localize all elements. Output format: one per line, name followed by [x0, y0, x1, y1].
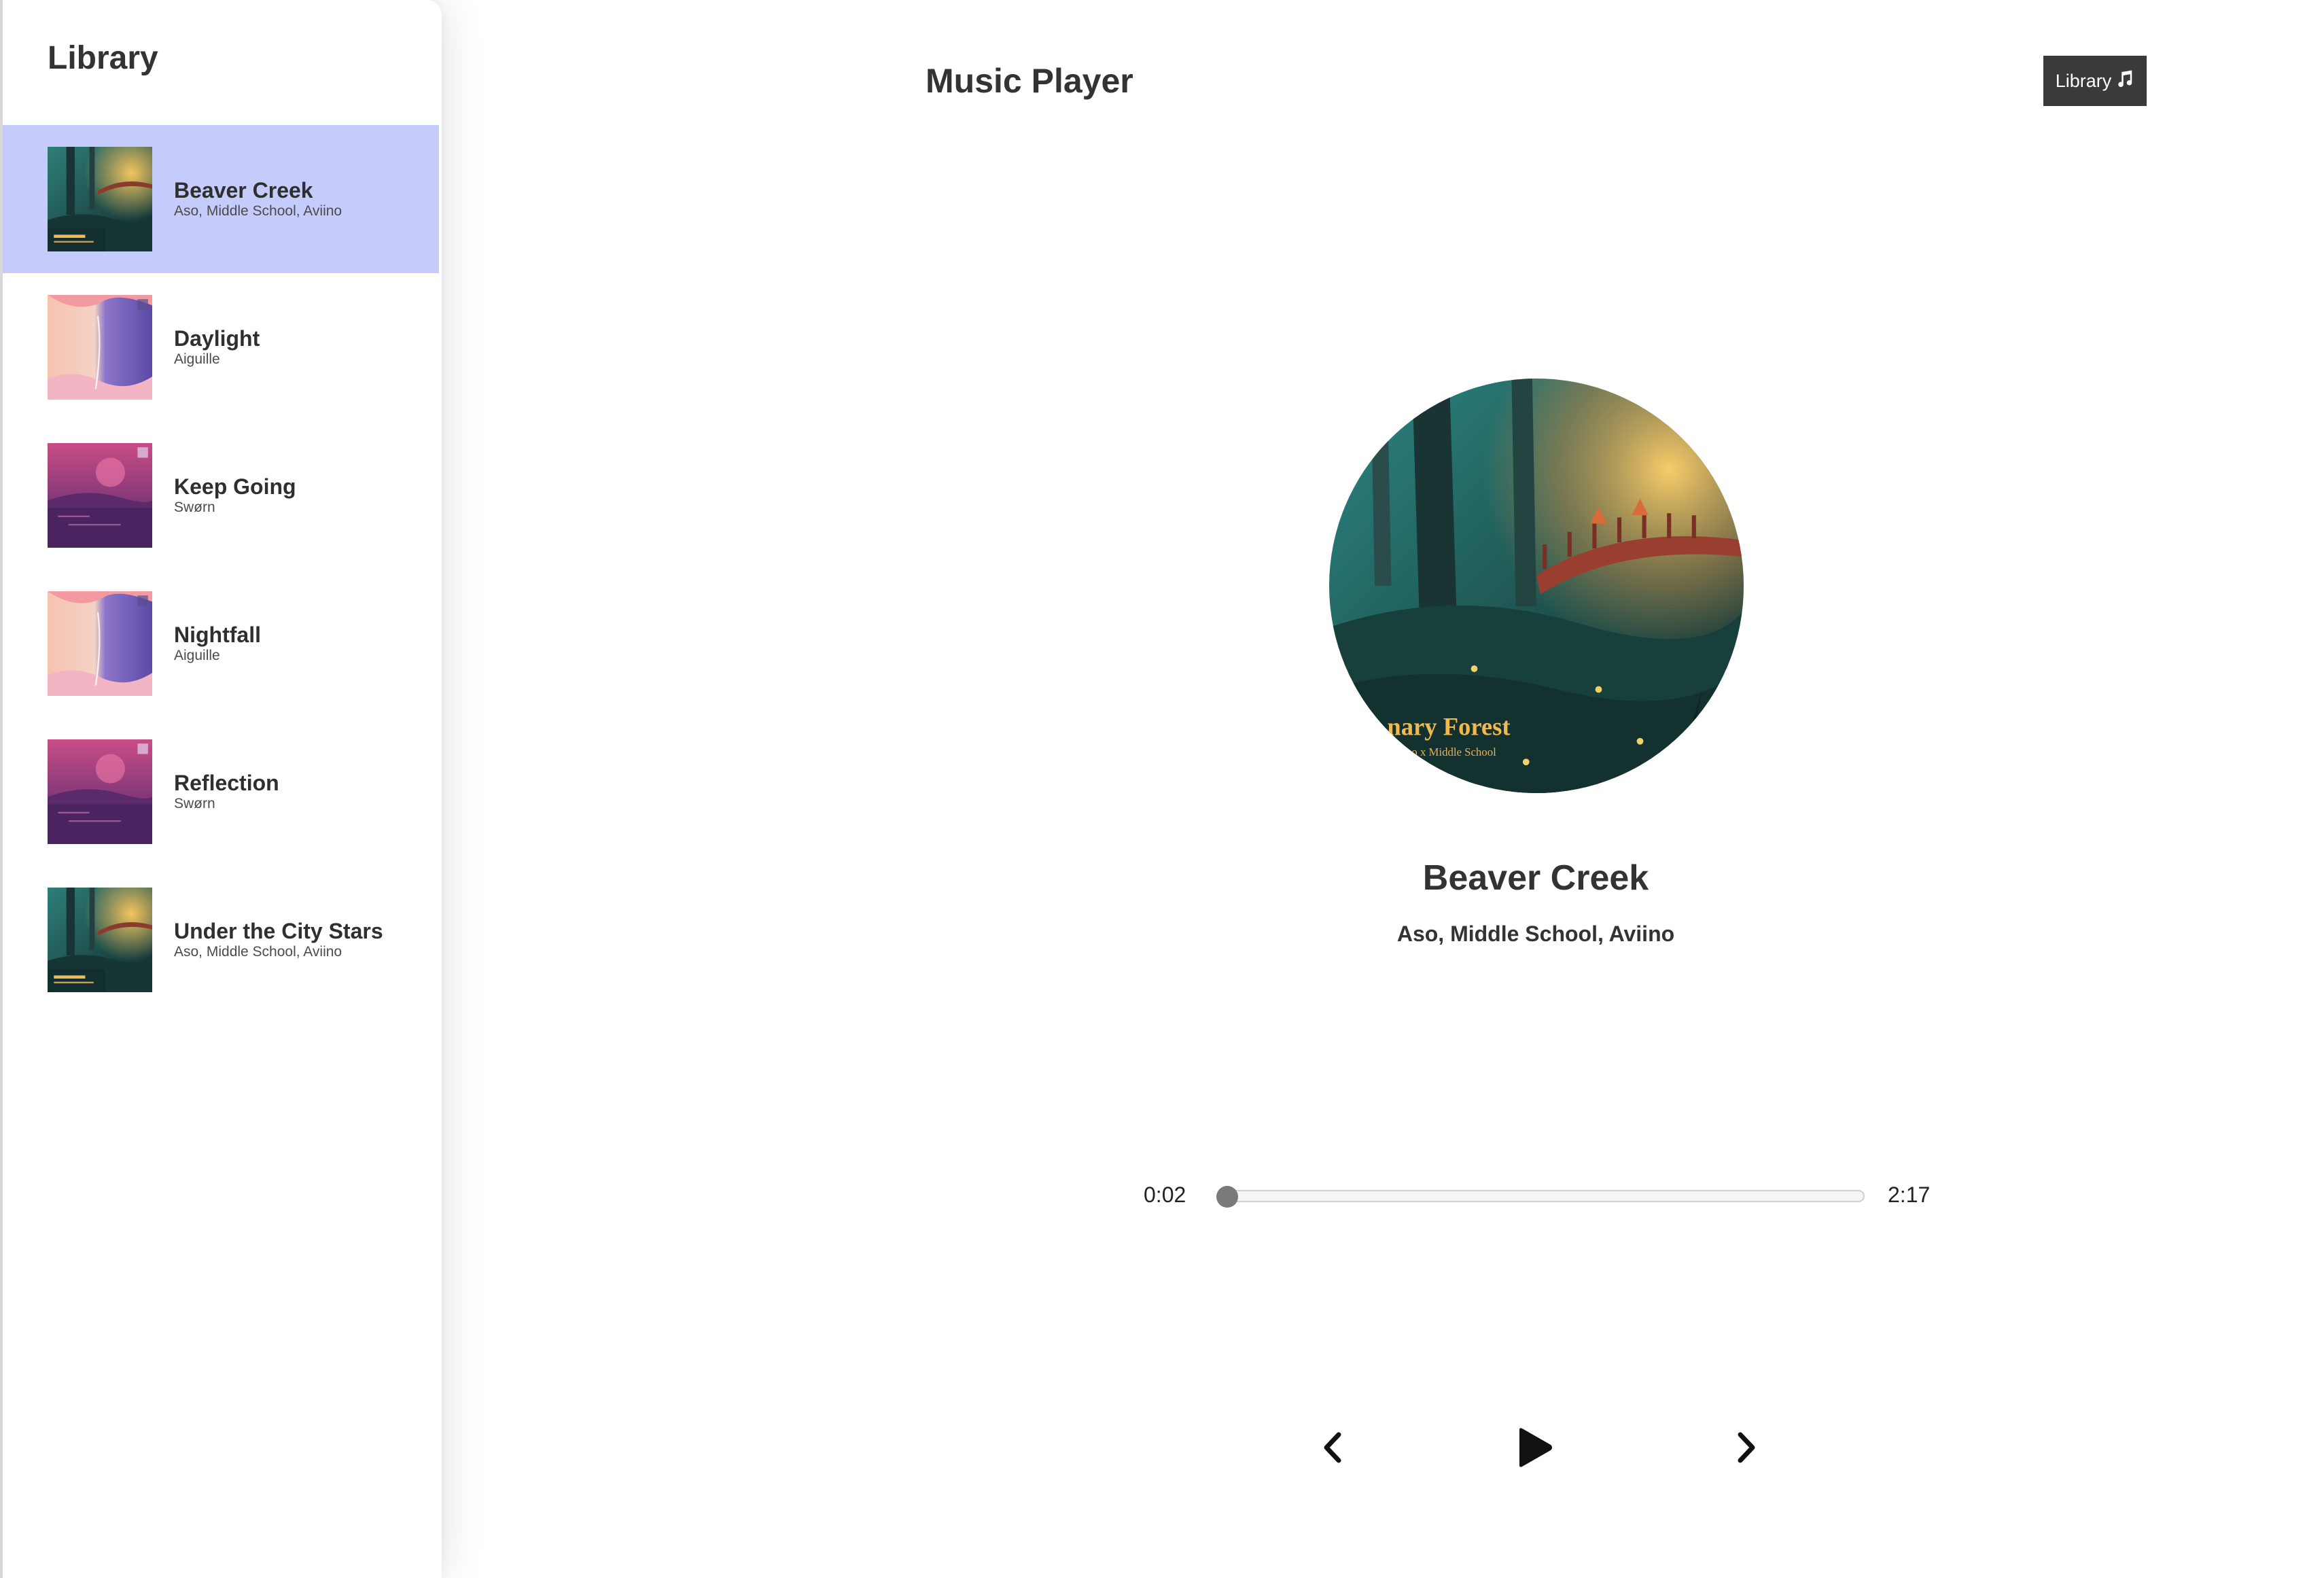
- purple-lake-cover-icon: [48, 443, 152, 548]
- library-toggle-button[interactable]: Library: [2043, 56, 2147, 106]
- song-item-reflection[interactable]: Reflection Swørn: [3, 718, 439, 866]
- song-item-nightfall[interactable]: Nightfall Aiguille: [3, 569, 439, 718]
- song-artist: Aso, Middle School, Aviino: [174, 944, 342, 960]
- chevron-right-icon: [1732, 1431, 1759, 1465]
- song-item-beaver-creek[interactable]: Beaver Creek Aso, Middle School, Aviino: [3, 125, 439, 273]
- svg-text:iino x Middle School: iino x Middle School: [1400, 746, 1496, 758]
- progress-thumb[interactable]: [1216, 1186, 1239, 1208]
- song-artist: Swørn: [174, 499, 215, 515]
- progress-slider[interactable]: [1216, 1186, 1865, 1208]
- song-title: Reflection: [174, 771, 279, 795]
- current-time: 0:02: [1144, 1182, 1186, 1207]
- song-title: Keep Going: [174, 474, 296, 499]
- song-list: Beaver Creek Aso, Middle School, Aviino: [3, 125, 439, 1014]
- canary-forest-cover-icon: [48, 888, 152, 992]
- now-playing-title: Beaver Creek: [1422, 858, 1649, 898]
- song-artist: Aso, Middle School, Aviino: [174, 203, 342, 219]
- app-title: Music Player: [926, 62, 1133, 100]
- next-button[interactable]: [1722, 1424, 1770, 1471]
- svg-text:nary Forest: nary Forest: [1387, 713, 1511, 741]
- song-artist: Aiguille: [174, 351, 220, 367]
- canary-forest-artwork-icon: nary Forest iino x Middle School: [1329, 379, 1744, 793]
- song-item-daylight[interactable]: Daylight Aiguille: [3, 273, 439, 421]
- song-title: Beaver Creek: [174, 178, 313, 203]
- play-button[interactable]: [1511, 1424, 1558, 1471]
- daylight-cover-icon: [48, 295, 152, 400]
- song-artist: Aiguille: [174, 648, 220, 663]
- now-playing-artist: Aso, Middle School, Aviino: [1396, 922, 1675, 946]
- play-icon: [1514, 1426, 1555, 1469]
- purple-lake-cover-icon: [48, 739, 152, 844]
- song-item-under-the-city-stars[interactable]: Under the City Stars Aso, Middle School,…: [3, 866, 439, 1014]
- song-title: Daylight: [174, 326, 260, 351]
- song-title: Under the City Stars: [174, 919, 383, 943]
- music-note-icon: [2114, 69, 2134, 94]
- song-item-keep-going[interactable]: Keep Going Swørn: [3, 421, 439, 569]
- previous-button[interactable]: [1309, 1424, 1357, 1471]
- player-main: Music Player Library nary Forest iino x …: [442, 0, 2324, 1578]
- daylight-cover-icon: [48, 591, 152, 696]
- library-sidebar: Library Beaver Creek Aso, Middle School,…: [0, 0, 442, 1578]
- song-title: Nightfall: [174, 623, 261, 647]
- total-time: 2:17: [1888, 1182, 1931, 1207]
- sidebar-title: Library: [48, 40, 158, 76]
- song-artist: Swørn: [174, 796, 215, 811]
- library-button-label: Library: [2055, 70, 2112, 91]
- chevron-left-icon: [1320, 1431, 1347, 1465]
- canary-forest-cover-icon: [48, 147, 152, 251]
